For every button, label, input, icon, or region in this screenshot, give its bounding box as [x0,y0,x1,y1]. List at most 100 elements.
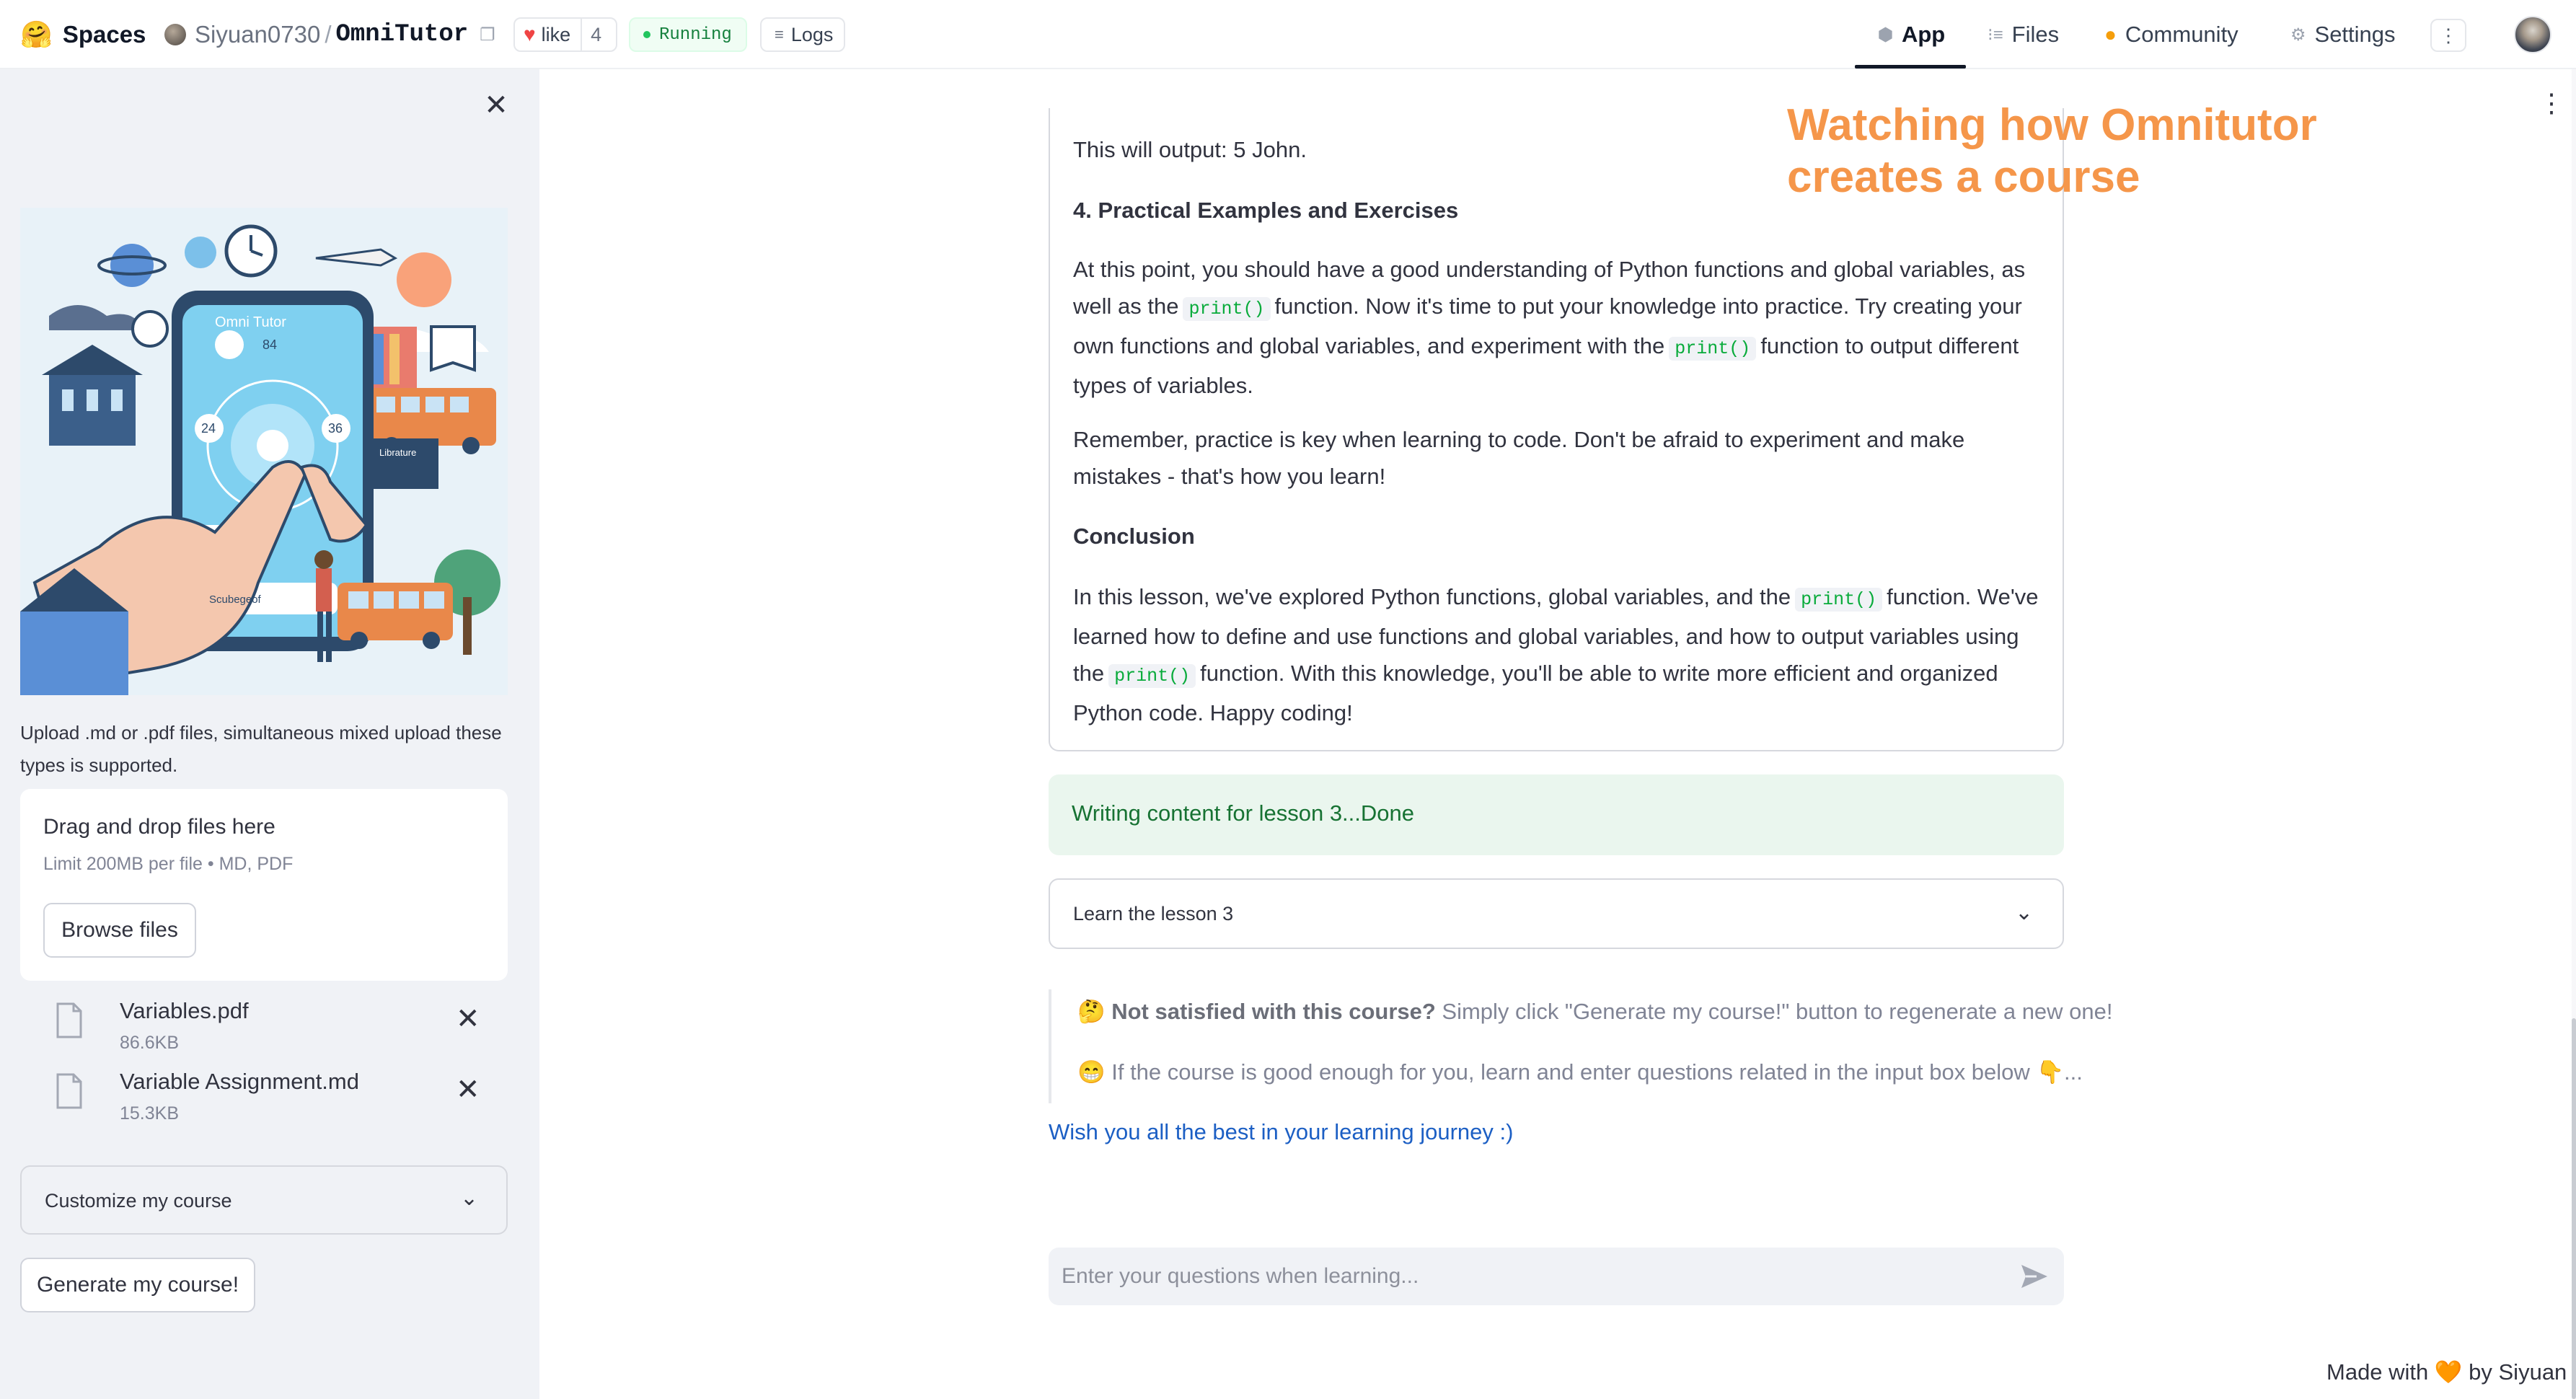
heart-icon: ♥ [524,23,536,45]
thinking-face-icon: 🤔 [1077,999,1106,1024]
remember-paragraph: Remember, practice is key when learning … [1073,427,1965,489]
paragraph-text: function. With this knowledge, you'll be… [1073,661,1998,725]
status-dot-icon [643,31,650,38]
success-status-text: Writing content for lesson 3...Done [1072,800,1415,826]
remove-file-icon[interactable]: ✕ [456,1002,480,1036]
scrollbar-thumb[interactable] [2572,1018,2576,1399]
logs-icon: ≡ [775,25,784,43]
inline-code: print() [1669,337,1757,361]
tab-settings-label: Settings [2314,22,2396,47]
file-icon [56,1002,82,1038]
file-name: Variable Assignment.md [120,1069,359,1094]
success-status-box: Writing content for lesson 3...Done [1049,774,2064,855]
owner-avatar [164,24,186,45]
tab-app[interactable]: ⬢ App [1878,17,1945,52]
send-icon[interactable] [2019,1262,2050,1291]
file-size: 15.3KB [120,1103,180,1124]
inline-code: print() [1108,664,1196,688]
hero-badge-24: 24 [201,421,216,436]
grinning-face-icon: 😁 [1077,1059,1106,1085]
customize-course-label: Customize my course [45,1190,232,1212]
tab-community-label: Community [2125,22,2238,47]
tips-blockquote: 🤔 Not satisfied with this course? Simply… [1049,989,2113,1103]
active-tab-indicator [1855,65,1966,69]
breadcrumb-separator: / [325,21,332,48]
browse-files-button[interactable]: Browse files [43,903,196,958]
upload-help-text: Upload .md or .pdf files, simultaneous m… [20,722,502,776]
like-button[interactable]: ♥ like 4 [513,17,617,52]
remove-file-icon[interactable]: ✕ [456,1073,480,1106]
file-name: Variables.pdf [120,998,249,1023]
file-dropzone[interactable]: Drag and drop files here Limit 200MB per… [20,789,508,981]
orange-heart-icon: 🧡 [2434,1359,2463,1385]
dropzone-title: Drag and drop files here [43,815,275,839]
wish-message: Wish you all the best in your learning j… [1049,1119,1514,1144]
hero-badge-84: 84 [263,337,277,352]
paragraph-text: In this lesson, we've explored Python fu… [1073,584,1791,609]
chat-input-container [1049,1248,2064,1305]
top-navigation-bar: 🤗 Spaces Siyuan0730 / OmniTutor ❐ ♥ like… [0,0,2576,69]
not-satisfied-note: 🤔 Not satisfied with this course? Simply… [1077,998,2113,1025]
file-size: 86.6KB [120,1033,180,1053]
like-count: 4 [591,23,602,45]
note-bold-text: Not satisfied with this course? [1111,999,1436,1024]
vertical-dots-icon: ⋮ [2439,24,2458,46]
tab-settings[interactable]: ⚙ Settings [2290,17,2396,52]
made-with-footer: Made with 🧡 by Siyuan [2326,1359,2567,1385]
repo-owner-link[interactable]: Siyuan0730 [195,21,320,48]
chevron-down-icon: ⌄ [2015,901,2034,924]
chevron-down-icon: ⌄ [460,1186,479,1210]
cube-icon: ⬢ [1878,25,1893,45]
omni-tutor-hero-illustration: Omni Tutor 84 24 36 Librature Scubegeof [20,208,508,695]
more-options-button[interactable]: ⋮ [2430,19,2466,52]
hero-title-text: Omni Tutor [215,314,286,330]
tab-app-label: App [1901,22,1946,47]
hero-badge-36: 36 [328,421,343,436]
tab-files-label: Files [2011,22,2060,47]
conclusion-paragraph: In this lesson, we've explored Python fu… [1073,578,2047,731]
logs-label: Logs [790,23,834,45]
practice-paragraph: At this point, you should have a good un… [1073,251,2047,404]
tab-community[interactable]: ● Community [2104,17,2238,52]
learn-lesson-label: Learn the lesson 3 [1073,903,1234,924]
status-label: Running [659,25,732,45]
conclusion-heading: Conclusion [1073,524,1195,549]
gear-icon: ⚙ [2290,25,2306,45]
good-enough-note: 😁 If the course is good enough for you, … [1077,1059,2083,1085]
question-input[interactable] [1062,1256,1999,1297]
repo-name-link[interactable]: OmniTutor [336,21,469,48]
learn-lesson-expander[interactable]: Learn the lesson 3 ⌄ [1049,878,2064,949]
inline-code: print() [1183,297,1271,321]
lesson-content-card: This will output: 5 John. 4. Practical E… [1049,108,2064,751]
main-menu-icon[interactable]: ⋮ [2538,88,2564,118]
tab-files[interactable]: ⁝≡ Files [1988,17,2059,52]
uploaded-file-row: Variables.pdf 86.6KB ✕ [20,992,508,1057]
spaces-home-link[interactable]: 🤗 Spaces [20,17,146,52]
hero-illustration-svg: Omni Tutor 84 24 36 Librature Scubegeof [20,208,508,695]
overlay-title: Watching how Omnitutor creates a course [1787,100,2317,202]
copy-icon[interactable]: ❐ [480,25,495,45]
file-icon [56,1073,82,1109]
logs-button[interactable]: ≡ Logs [760,17,845,52]
dropzone-limit: Limit 200MB per file • MD, PDF [43,854,294,874]
like-label: like [541,23,571,45]
spaces-label: Spaces [62,21,146,48]
community-icon: ● [2104,23,2117,45]
uploaded-file-row: Variable Assignment.md 15.3KB ✕ [20,1063,508,1128]
note-text: If the course is good enough for you, le… [1111,1059,2030,1085]
hero-library-label: Librature [379,447,416,458]
customize-course-expander[interactable]: Customize my course ⌄ [20,1165,508,1235]
inline-code: print() [1795,588,1883,612]
close-sidebar-icon[interactable]: ✕ [482,91,511,120]
hugging-face-logo-icon: 🤗 [20,19,53,49]
running-status-badge[interactable]: Running [629,17,747,52]
files-icon: ⁝≡ [1988,25,2003,45]
user-avatar[interactable] [2514,16,2551,53]
hero-app-label: Scubegeof [209,593,262,606]
like-divider [581,18,583,51]
generate-course-button[interactable]: Generate my course! [20,1258,255,1312]
pointing-down-icon: 👇... [2036,1059,2083,1085]
note-text: Simply click "Generate my course!" butto… [1442,999,2113,1024]
footer-author: by Siyuan [2469,1359,2567,1385]
repo-breadcrumb: Siyuan0730 / OmniTutor ❐ [164,17,495,52]
